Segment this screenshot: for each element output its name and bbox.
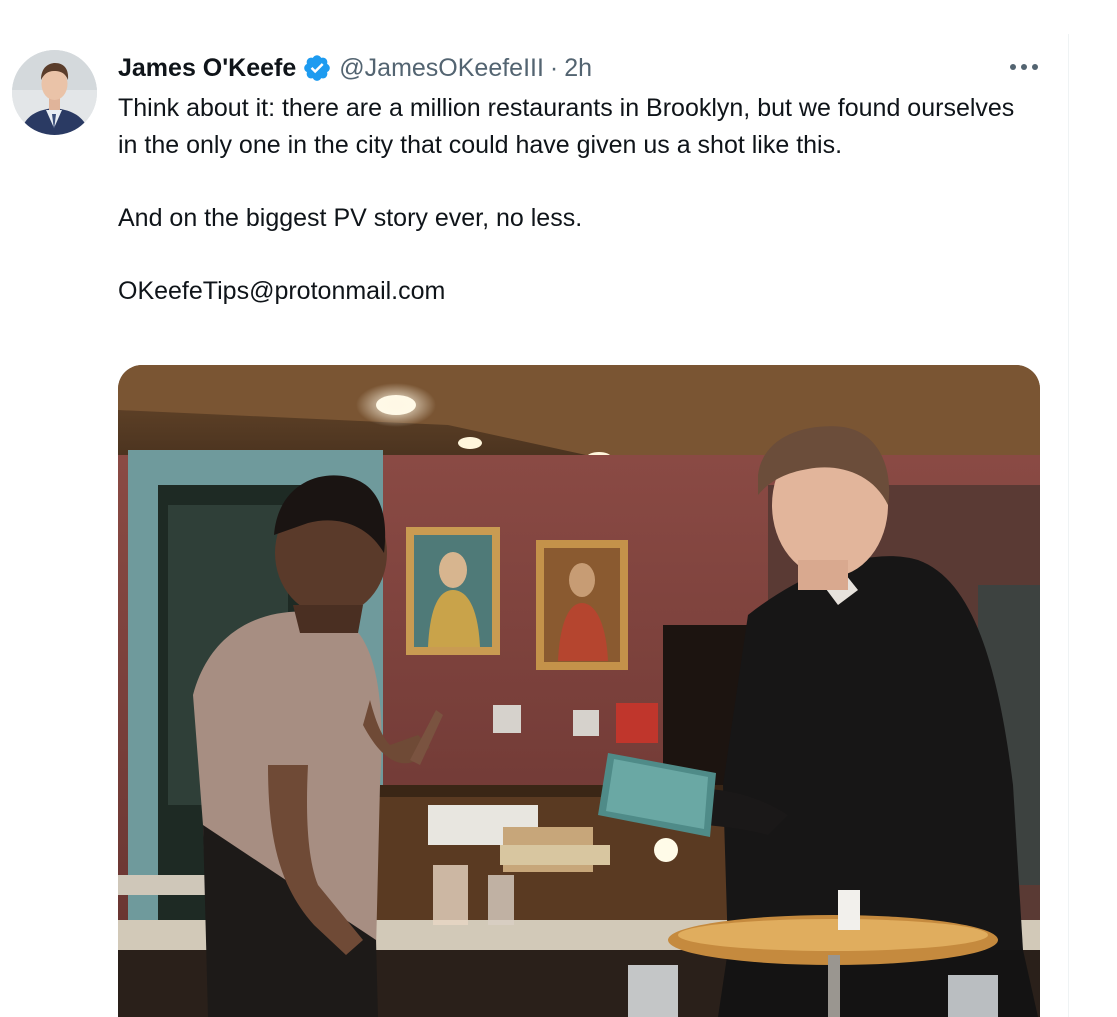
author-avatar[interactable] xyxy=(12,50,97,135)
tweet-text-email[interactable]: OKeefeTips@protonmail.com xyxy=(118,273,1018,310)
tweet-text-paragraph-1: Think about it: there are a million rest… xyxy=(118,94,1015,159)
more-options-icon[interactable] xyxy=(1004,52,1044,82)
tweet-header: James O'Keefe @JamesOKeefeIII · 2h xyxy=(118,50,592,86)
tweet[interactable]: James O'Keefe @JamesOKeefeIII · 2h Think… xyxy=(0,0,1068,1017)
timeline-divider xyxy=(1068,34,1069,1017)
tweet-text-paragraph-2: And on the biggest PV story ever, no les… xyxy=(118,203,583,232)
author-handle[interactable]: @JamesOKeefeIII xyxy=(339,54,544,83)
timestamp[interactable]: 2h xyxy=(564,54,592,83)
separator-dot: · xyxy=(549,53,559,82)
author-name[interactable]: James O'Keefe xyxy=(118,54,296,83)
tweet-photo[interactable] xyxy=(118,365,1040,1017)
verified-badge-icon xyxy=(302,53,332,83)
tweet-text: Think about it: there are a million rest… xyxy=(118,90,1018,309)
